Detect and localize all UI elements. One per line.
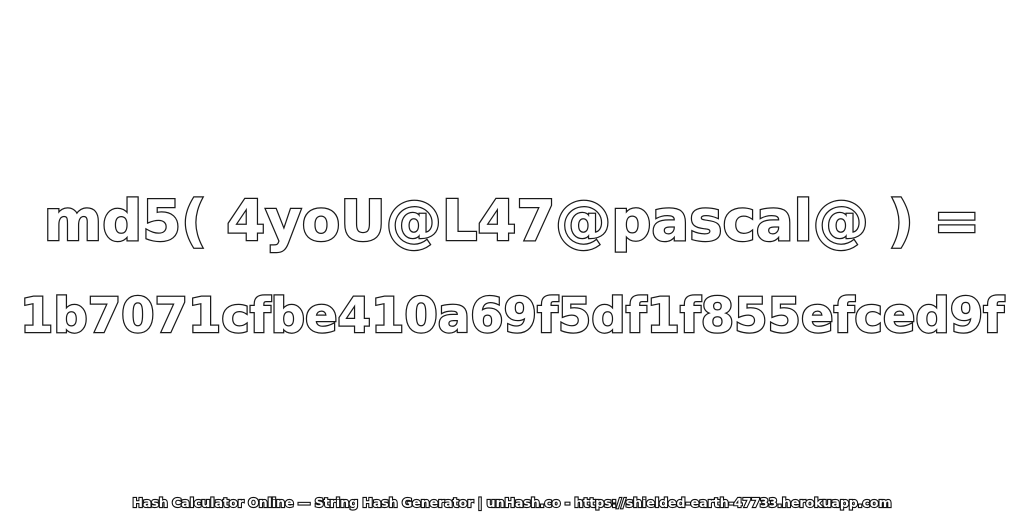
- footer-credit: Hash Calculator Online — String Hash Gen…: [131, 494, 892, 511]
- md5-expression: md5( 4yoU@L47@pascal@ ) =: [43, 188, 982, 256]
- md5-hash-result: 1b7071cfbe410a69f5df1f855efced9f: [19, 287, 1006, 346]
